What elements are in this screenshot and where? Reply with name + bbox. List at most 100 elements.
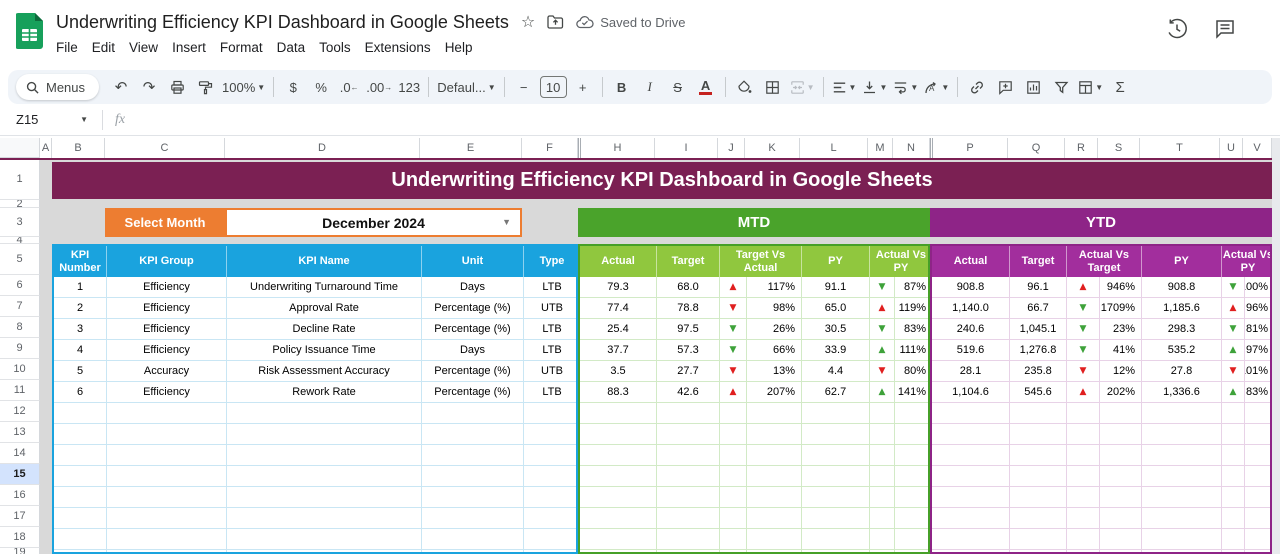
kpi-cell[interactable]	[227, 445, 422, 466]
search-menus-button[interactable]: Menus	[16, 74, 100, 100]
kpi-cell[interactable]	[524, 529, 576, 550]
mtd-cell[interactable]	[747, 508, 802, 529]
ytd-cell[interactable]	[1142, 550, 1222, 552]
ytd-cell[interactable]: 97%	[1245, 340, 1270, 361]
kpi-cell[interactable]: 4	[54, 340, 107, 361]
mtd-cell[interactable]: 119%	[895, 298, 928, 319]
kpi-cell[interactable]	[422, 424, 524, 445]
kpi-cell[interactable]	[54, 508, 107, 529]
ytd-cell[interactable]: ▲	[1222, 340, 1245, 361]
kpi-cell[interactable]: Efficiency	[107, 382, 227, 403]
mtd-cell[interactable]	[747, 403, 802, 424]
ytd-cell[interactable]: 12%	[1100, 361, 1142, 382]
ytd-cell[interactable]	[932, 445, 1010, 466]
mtd-cell[interactable]	[720, 529, 747, 550]
mtd-cell[interactable]: ▲	[870, 298, 895, 319]
ytd-cell[interactable]	[1222, 466, 1245, 487]
ytd-cell[interactable]	[1142, 424, 1222, 445]
row-header-2[interactable]: 2	[0, 200, 40, 208]
ytd-cell[interactable]: 519.6	[932, 340, 1010, 361]
row-header-19[interactable]: 19	[0, 548, 40, 554]
ytd-cell[interactable]	[1010, 508, 1067, 529]
mtd-cell[interactable]: ▼	[720, 319, 747, 340]
ytd-cell[interactable]	[1067, 508, 1100, 529]
kpi-cell[interactable]	[54, 529, 107, 550]
mtd-cell[interactable]: 30.5	[802, 319, 870, 340]
kpi-cell[interactable]: Rework Rate	[227, 382, 422, 403]
column-header-T[interactable]: T	[1140, 138, 1220, 158]
row-header-13[interactable]: 13	[0, 422, 40, 443]
kpi-cell[interactable]: 1	[54, 277, 107, 298]
ytd-cell[interactable]	[1142, 466, 1222, 487]
mtd-cell[interactable]	[802, 445, 870, 466]
print-button[interactable]	[163, 74, 191, 100]
format-percent-button[interactable]: %	[307, 74, 335, 100]
mtd-cell[interactable]	[657, 487, 720, 508]
row-header-17[interactable]: 17	[0, 506, 40, 527]
ytd-cell[interactable]: 1,185.6	[1142, 298, 1222, 319]
kpi-cell[interactable]	[107, 466, 227, 487]
ytd-cell[interactable]	[1067, 466, 1100, 487]
merge-cells-button[interactable]: ▼	[787, 74, 818, 100]
ytd-cell[interactable]	[1222, 550, 1245, 552]
kpi-cell[interactable]	[422, 445, 524, 466]
kpi-cell[interactable]	[422, 550, 524, 552]
version-history-icon[interactable]	[1166, 18, 1188, 40]
mtd-cell[interactable]	[580, 508, 657, 529]
row-header-5[interactable]: 5	[0, 244, 40, 275]
mtd-cell[interactable]: 4.4	[802, 361, 870, 382]
kpi-cell[interactable]	[422, 508, 524, 529]
mtd-cell[interactable]	[580, 487, 657, 508]
mtd-cell[interactable]: 77.4	[580, 298, 657, 319]
mtd-cell[interactable]: ▲	[870, 340, 895, 361]
mtd-cell[interactable]	[802, 487, 870, 508]
kpi-cell[interactable]	[54, 487, 107, 508]
mtd-cell[interactable]: 65.0	[802, 298, 870, 319]
row-header-14[interactable]: 14	[0, 443, 40, 464]
ytd-cell[interactable]: 66.7	[1010, 298, 1067, 319]
move-to-folder-icon[interactable]	[547, 15, 564, 29]
mtd-cell[interactable]	[580, 466, 657, 487]
ytd-cell[interactable]: 1,104.6	[932, 382, 1010, 403]
ytd-cell[interactable]: ▼	[1222, 277, 1245, 298]
menu-insert[interactable]: Insert	[165, 37, 213, 58]
ytd-cell[interactable]	[1010, 403, 1067, 424]
mtd-cell[interactable]	[747, 424, 802, 445]
font-size-input[interactable]: 10	[539, 76, 567, 98]
mtd-cell[interactable]	[802, 529, 870, 550]
column-header-L[interactable]: L	[800, 138, 868, 158]
ytd-cell[interactable]	[1142, 487, 1222, 508]
mtd-cell[interactable]	[657, 508, 720, 529]
ytd-cell[interactable]: 545.6	[1010, 382, 1067, 403]
ytd-cell[interactable]: ▲	[1067, 382, 1100, 403]
kpi-cell[interactable]: Approval Rate	[227, 298, 422, 319]
row-header-4[interactable]: 4	[0, 237, 40, 244]
kpi-cell[interactable]: Efficiency	[107, 298, 227, 319]
mtd-cell[interactable]	[895, 403, 928, 424]
kpi-cell[interactable]	[524, 550, 576, 552]
ytd-cell[interactable]: 100%	[1245, 277, 1270, 298]
mtd-cell[interactable]: 80%	[895, 361, 928, 382]
table-tools-button[interactable]: ▼	[1075, 74, 1106, 100]
mtd-cell[interactable]	[580, 403, 657, 424]
kpi-cell[interactable]	[227, 424, 422, 445]
mtd-cell[interactable]	[802, 424, 870, 445]
ytd-cell[interactable]	[1067, 445, 1100, 466]
ytd-cell[interactable]: 41%	[1100, 340, 1142, 361]
mtd-cell[interactable]: 78.8	[657, 298, 720, 319]
ytd-cell[interactable]	[1100, 403, 1142, 424]
ytd-cell[interactable]	[1245, 550, 1270, 552]
mtd-cell[interactable]: ▼	[870, 319, 895, 340]
ytd-cell[interactable]: 27.8	[1142, 361, 1222, 382]
bold-button[interactable]: B	[608, 74, 636, 100]
kpi-cell[interactable]: Policy Issuance Time	[227, 340, 422, 361]
ytd-cell[interactable]	[1010, 529, 1067, 550]
mtd-cell[interactable]: 97.5	[657, 319, 720, 340]
ytd-cell[interactable]	[1010, 550, 1067, 552]
mtd-cell[interactable]	[657, 403, 720, 424]
kpi-cell[interactable]	[54, 445, 107, 466]
column-header-Q[interactable]: Q	[1008, 138, 1065, 158]
mtd-cell[interactable]: 37.7	[580, 340, 657, 361]
mtd-cell[interactable]: 207%	[747, 382, 802, 403]
ytd-cell[interactable]	[1142, 508, 1222, 529]
